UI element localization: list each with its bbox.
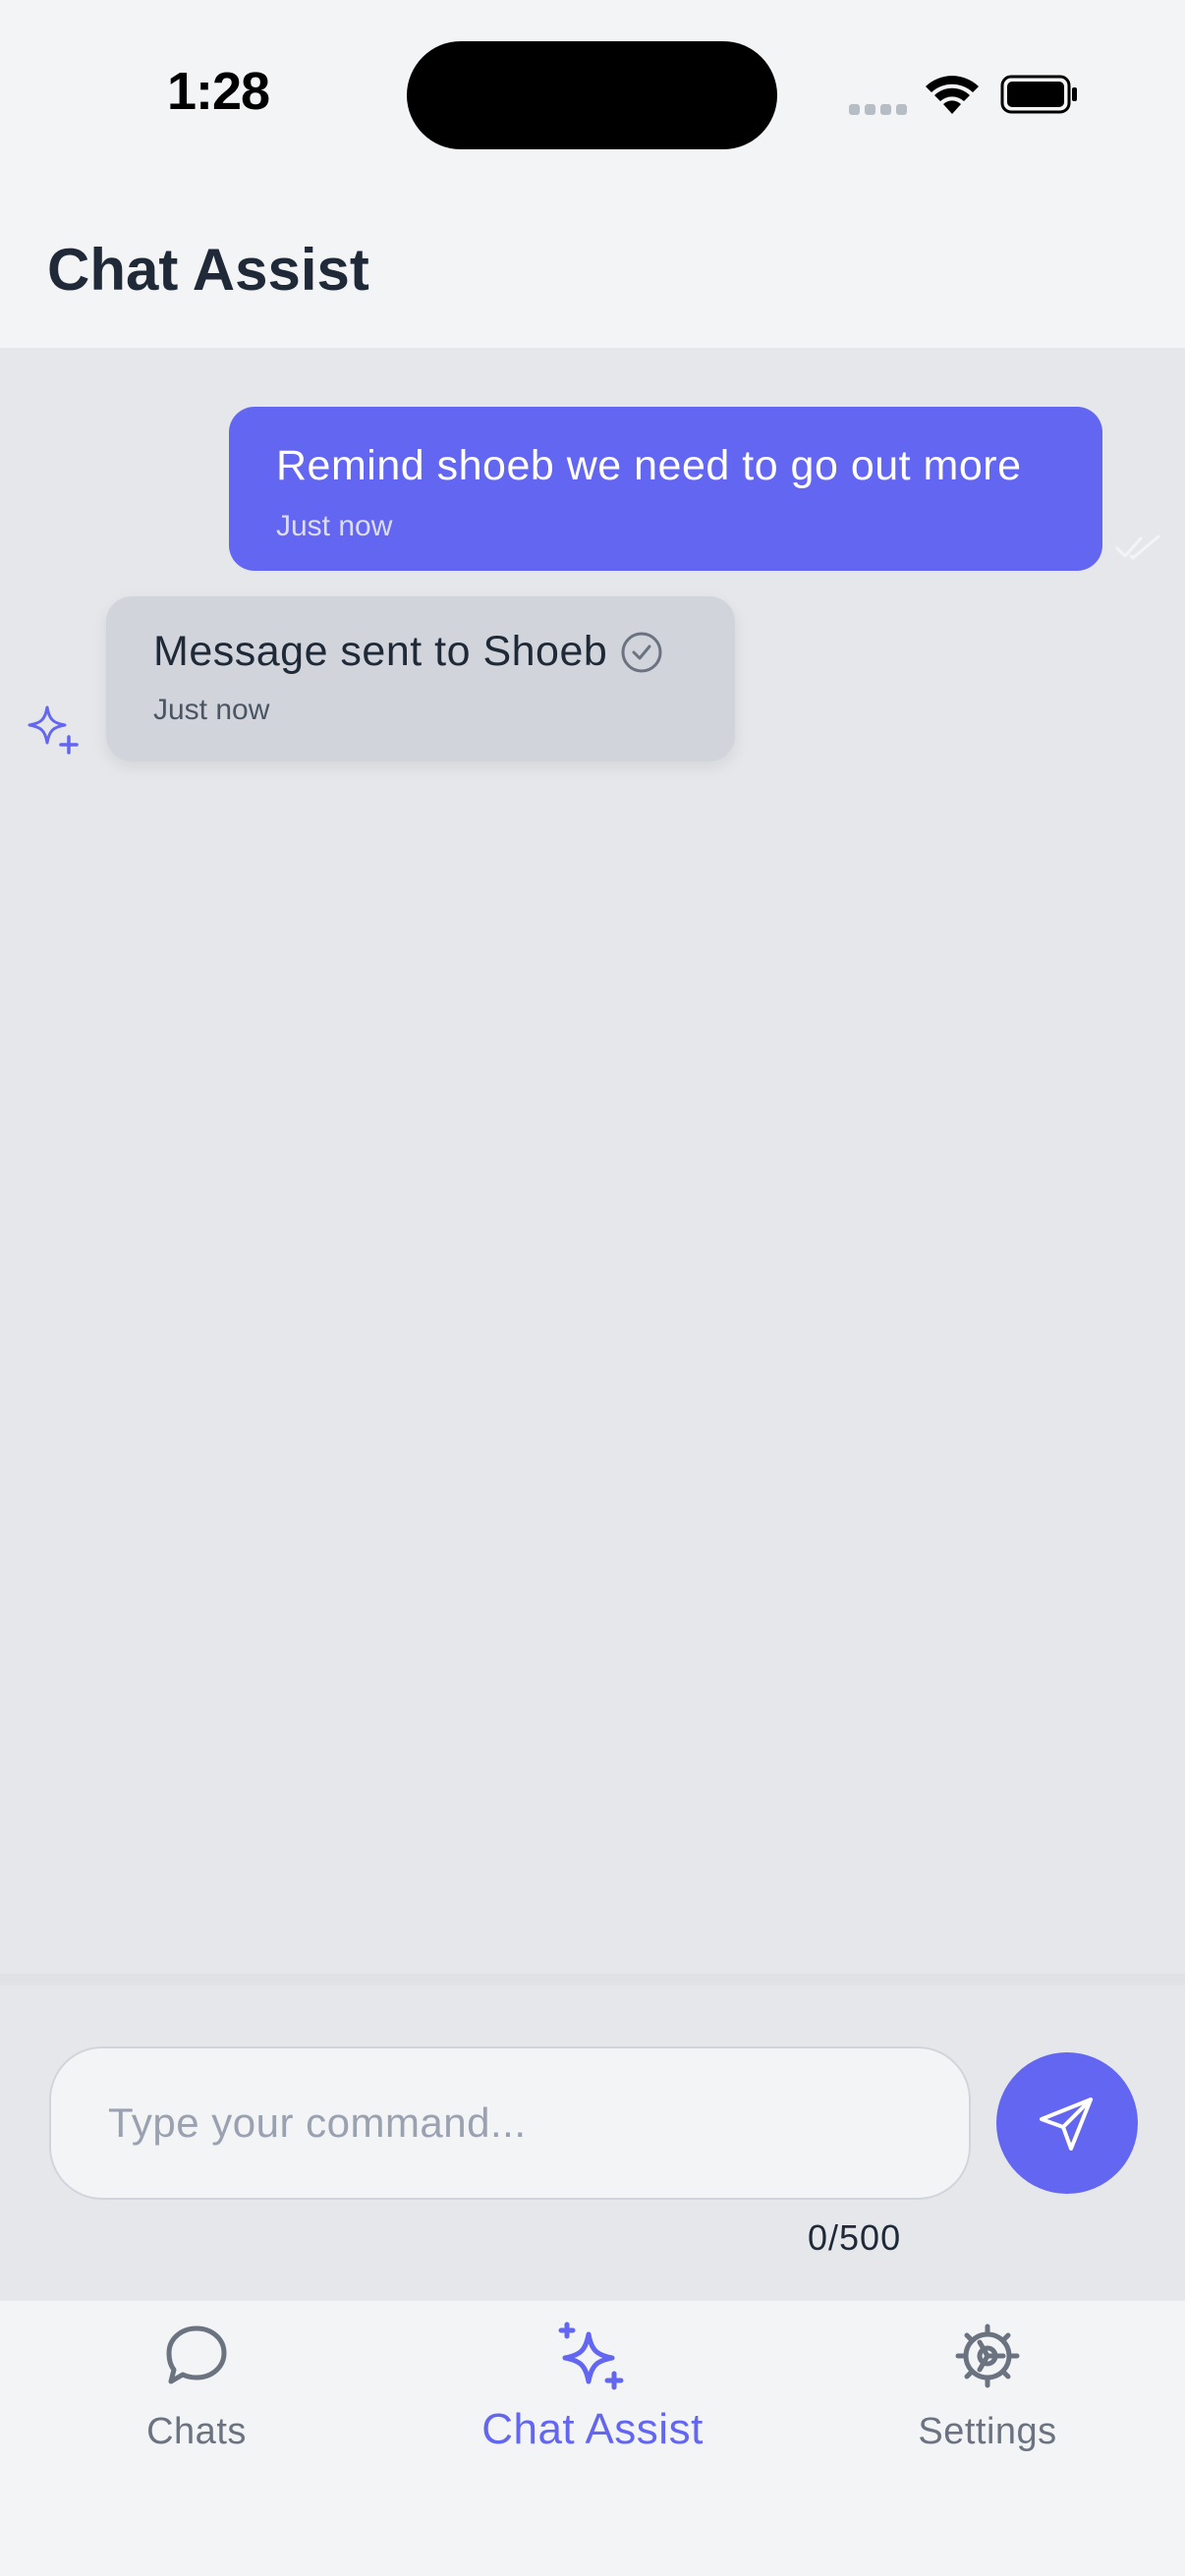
sparkles-icon <box>28 705 79 755</box>
message-timestamp: Just now <box>153 694 270 726</box>
message-list[interactable]: Remind shoeb we need to go out more Just… <box>0 348 1185 1974</box>
cellular-signal-icon <box>849 102 912 120</box>
gear-icon <box>955 2324 1020 2388</box>
send-button[interactable] <box>996 2052 1138 2194</box>
user-message-bubble: Remind shoeb we need to go out more Just… <box>229 407 1102 571</box>
check-circle-icon <box>621 632 662 672</box>
message-timestamp: Just now <box>276 510 393 542</box>
read-receipt-icon <box>1115 534 1160 560</box>
app-screen: 1:28 Chat Assist Remind shoeb we need to… <box>0 0 1185 2576</box>
assistant-message-bubble: Message sent to Shoeb Just now <box>106 596 735 761</box>
character-counter: 0/500 <box>808 2217 902 2258</box>
tab-chats[interactable]: Chats <box>49 2321 344 2453</box>
tab-label: Chats <box>146 2411 247 2452</box>
command-composer: 0/500 <box>0 1974 1185 2301</box>
tab-label: Settings <box>918 2411 1057 2452</box>
send-icon <box>1040 2098 1093 2151</box>
battery-icon <box>1000 75 1077 114</box>
sparkles-icon <box>558 2322 624 2390</box>
page-title: Chat Assist <box>47 237 369 303</box>
chat-bubble-icon <box>166 2325 227 2384</box>
tab-chat-assist[interactable]: Chat Assist <box>445 2321 740 2454</box>
message-text: Message sent to Shoeb <box>153 628 608 675</box>
command-input[interactable] <box>49 2046 971 2200</box>
tab-bar: Chats Chat Assist Settings <box>0 2301 1185 2576</box>
tab-label: Chat Assist <box>481 2405 704 2453</box>
wifi-icon <box>926 76 979 114</box>
dynamic-island <box>407 41 777 149</box>
status-time: 1:28 <box>167 62 270 121</box>
app-header: Chat Assist <box>0 187 1185 348</box>
message-text: Remind shoeb we need to go out more <box>276 442 1022 489</box>
tab-settings[interactable]: Settings <box>840 2321 1135 2453</box>
status-bar: 1:28 <box>0 0 1185 187</box>
